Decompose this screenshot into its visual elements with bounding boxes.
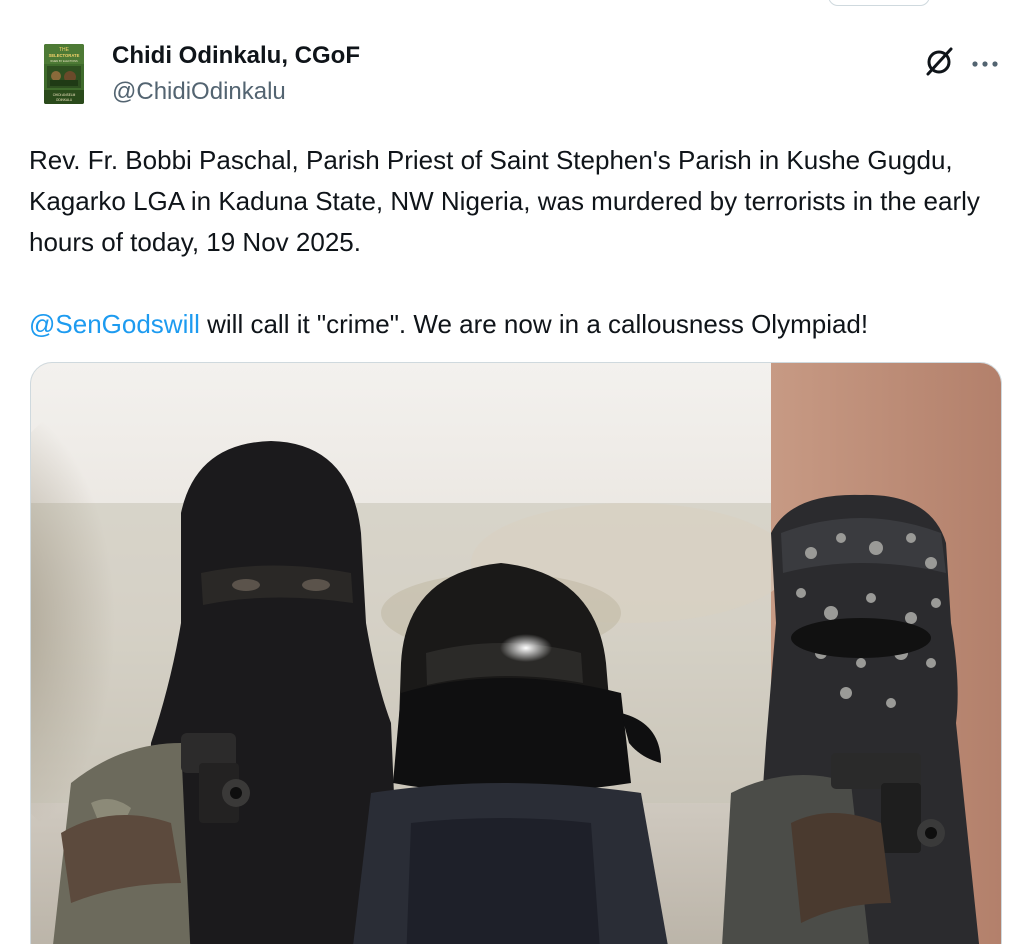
grok-icon[interactable]: [922, 44, 956, 78]
author-name[interactable]: Chidi Odinkalu, CGoF: [112, 42, 360, 70]
author-avatar[interactable]: THE SELECTORATE WHEN BY ELECTIONS CHIDI …: [44, 44, 84, 104]
tweet-paragraph-2-text: will call it "crime". We are now in a ca…: [199, 309, 869, 339]
svg-text:SELECTORATE: SELECTORATE: [49, 53, 80, 58]
svg-text:ODINKALU: ODINKALU: [56, 98, 73, 102]
tweet-text: Rev. Fr. Bobbi Paschal, Parish Priest of…: [29, 140, 994, 345]
masked-gunmen-photo: [31, 363, 1001, 944]
more-icon[interactable]: [970, 56, 1000, 67]
tweet-media-image[interactable]: [30, 362, 1002, 944]
author-handle[interactable]: @ChidiOdinkalu: [112, 78, 286, 106]
tweet-paragraph-2: @SenGodswill will call it "crime". We ar…: [29, 304, 994, 345]
svg-text:WHEN BY ELECTIONS: WHEN BY ELECTIONS: [50, 59, 78, 63]
svg-text:CHIDI ANSELM: CHIDI ANSELM: [53, 93, 76, 97]
book-cover-avatar: THE SELECTORATE WHEN BY ELECTIONS CHIDI …: [44, 44, 84, 104]
tweet-paragraph-1: Rev. Fr. Bobbi Paschal, Parish Priest of…: [29, 145, 980, 257]
top-button-edge[interactable]: [828, 0, 930, 6]
tweet-page: THE SELECTORATE WHEN BY ELECTIONS CHIDI …: [0, 0, 1024, 944]
mention-link[interactable]: @SenGodswill: [29, 309, 200, 339]
